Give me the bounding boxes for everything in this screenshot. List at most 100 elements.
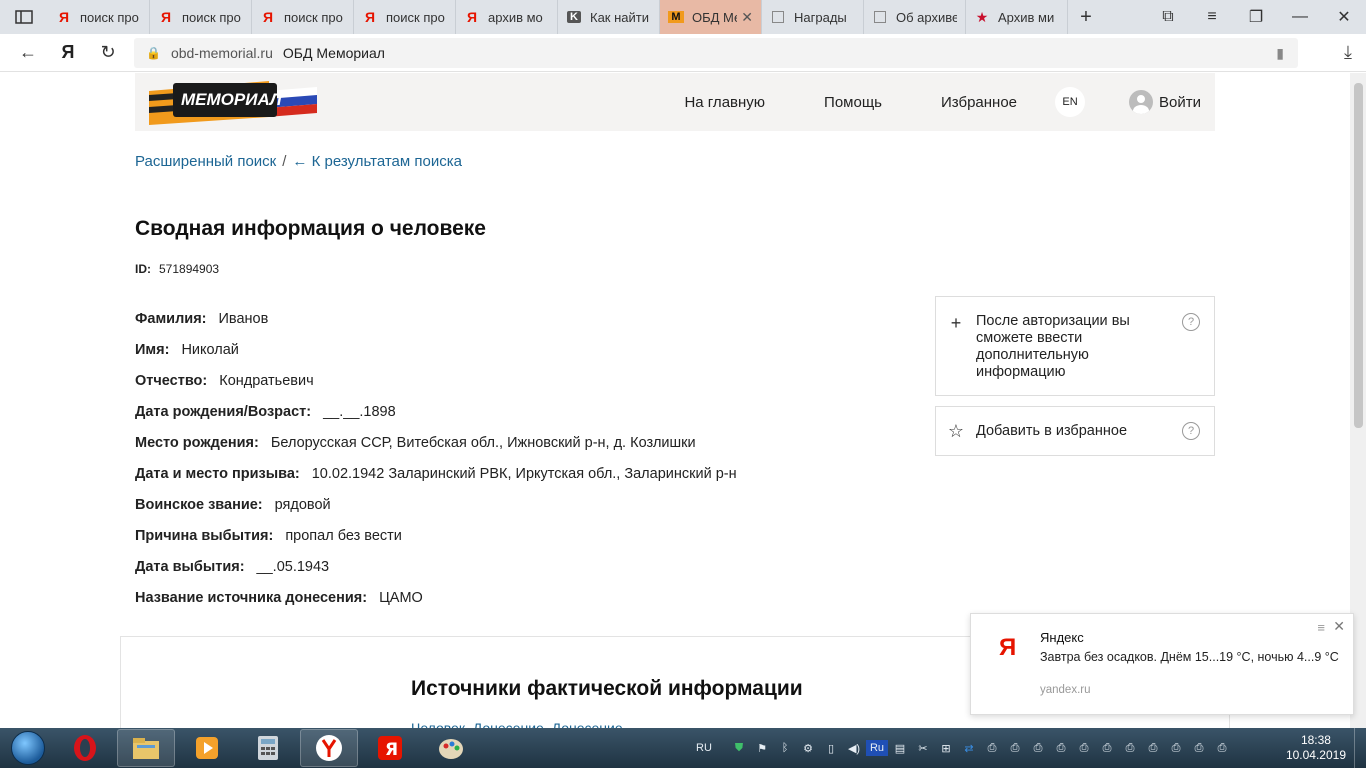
field-value: __.05.1943 <box>256 558 330 575</box>
teamviewer-icon[interactable]: ⇄ <box>958 740 980 756</box>
clock[interactable]: 18:38 10.04.2019 <box>1286 733 1346 763</box>
restore-window-icon[interactable]: ❐ <box>1234 0 1278 34</box>
id-label: ID: <box>135 262 151 276</box>
logo-text: МЕМОРИАЛ <box>181 90 282 109</box>
source-link[interactable]: Человек. Донесение. Донесение <box>411 720 623 728</box>
notification-menu-icon[interactable]: ≡ <box>1317 620 1325 635</box>
user-avatar-icon <box>1129 90 1154 114</box>
login-button[interactable]: Войти <box>1129 90 1201 114</box>
main-menu: На главную Помощь Избранное EN Войти <box>684 73 1215 131</box>
ime-indicator[interactable]: Ru <box>866 740 888 756</box>
bluetooth-icon[interactable]: ᛒ <box>774 740 796 756</box>
yandex-notification[interactable]: Я Яндекс Завтра без осадков. Днём 15...1… <box>970 613 1354 715</box>
yandex-taskbar-icon[interactable]: Я <box>361 729 419 767</box>
shield-icon[interactable]: ⛊ <box>728 740 750 756</box>
browser-tab[interactable]: Об архиве <box>864 0 966 34</box>
back-arrow-icon[interactable]: ← <box>8 34 48 72</box>
help-question-icon[interactable]: ? <box>1182 313 1200 331</box>
browser-tab[interactable]: Япоиск про <box>252 0 354 34</box>
field-label: Дата выбытия: <box>135 558 245 575</box>
printer-icon[interactable]: ⎙ <box>1211 740 1233 756</box>
browser-tab[interactable]: M ОБД Ме ✕ <box>660 0 762 34</box>
printer-icon[interactable]: ⎙ <box>1050 740 1072 756</box>
printer-icon[interactable]: ⎙ <box>1073 740 1095 756</box>
field-label: Имя: <box>135 341 170 358</box>
start-button[interactable] <box>0 728 56 768</box>
menu-favorites-link[interactable]: Избранное <box>941 94 1017 111</box>
page-icon <box>770 9 786 25</box>
minimize-window-icon[interactable]: — <box>1278 0 1322 34</box>
printer-icon[interactable]: ⎙ <box>1119 740 1141 756</box>
calculator-taskbar-icon[interactable] <box>239 729 297 767</box>
tab-title: поиск про <box>80 9 139 25</box>
record-id: ID: 571894903 <box>135 262 219 276</box>
new-tab-button[interactable]: + <box>1068 0 1104 34</box>
show-desktop-button[interactable] <box>1354 728 1366 768</box>
menu-home-link[interactable]: На главную <box>684 94 765 111</box>
yandex-icon: Я <box>160 9 172 25</box>
add-favorite-box[interactable]: ☆ Добавить в избранное ? <box>935 406 1215 456</box>
url-field[interactable]: 🔒 obd-memorial.ru ОБД Мемориал ▮ <box>134 38 1298 68</box>
opera-taskbar-icon[interactable] <box>56 729 114 767</box>
input-language[interactable]: RU <box>690 740 718 756</box>
device-icon[interactable]: ▯ <box>820 740 842 756</box>
auth-note-box[interactable]: + После авторизации вы сможете ввести до… <box>935 296 1215 396</box>
svg-text:Я: Я <box>385 740 398 760</box>
flag-icon[interactable]: ⚑ <box>751 740 773 756</box>
media-player-taskbar-icon[interactable] <box>178 729 236 767</box>
browser-tab[interactable]: Яархив мо <box>456 0 558 34</box>
star-icon: ★ <box>975 8 989 25</box>
close-window-icon[interactable]: ✕ <box>1322 0 1366 34</box>
yandex-browser-taskbar-icon[interactable] <box>300 729 358 767</box>
reload-icon[interactable]: ↻ <box>88 34 128 72</box>
tools-icon[interactable]: ✂ <box>912 740 934 756</box>
sidebar-toggle-icon[interactable] <box>0 0 48 34</box>
memorial-logo[interactable]: МЕМОРИАЛ <box>149 77 317 129</box>
paint-taskbar-icon[interactable] <box>422 729 480 767</box>
notification-body: Завтра без осадков. Днём 15...19 °С, ноч… <box>1040 650 1339 664</box>
printer-icon[interactable]: ⎙ <box>1142 740 1164 756</box>
memorial-icon: M <box>668 9 684 25</box>
browser-tab[interactable]: Япоиск про <box>48 0 150 34</box>
printer-icon[interactable]: ⎙ <box>981 740 1003 756</box>
menu-help-link[interactable]: Помощь <box>824 94 882 111</box>
notification-close-icon[interactable]: ✕ <box>1333 618 1345 635</box>
sources-heading: Источники фактической информации <box>411 677 803 700</box>
bookmark-icon[interactable]: ▮ <box>1276 45 1284 62</box>
speaker-icon[interactable]: ◀) <box>843 740 865 756</box>
tabs-manager-icon[interactable]: ⧉ <box>1146 0 1190 34</box>
advanced-search-link[interactable]: Расширенный поиск <box>135 153 276 170</box>
tab-close-icon[interactable]: ✕ <box>741 9 753 26</box>
back-to-results-link[interactable]: ← К результатам поиска <box>292 153 462 170</box>
printer-icon[interactable]: ⎙ <box>1096 740 1118 756</box>
scrollbar-thumb[interactable] <box>1354 83 1363 428</box>
network-icon[interactable]: ▤ <box>889 740 911 756</box>
id-value: 571894903 <box>159 262 220 276</box>
breadcrumb-separator: / <box>282 153 287 170</box>
printer-icon[interactable]: ⎙ <box>1027 740 1049 756</box>
k-icon: K <box>566 9 582 25</box>
explorer-taskbar-icon[interactable] <box>117 729 175 767</box>
printer-icon[interactable]: ⎙ <box>1188 740 1210 756</box>
person-field-row: Имя: Николай <box>135 334 737 365</box>
auth-note-text: После авторизации вы сможете ввести допо… <box>976 313 1130 380</box>
browser-tab[interactable]: Награды <box>762 0 864 34</box>
windows-icon[interactable]: ⊞ <box>935 740 957 756</box>
field-label: Название источника донесения: <box>135 589 368 606</box>
help-question-icon[interactable]: ? <box>1182 422 1200 440</box>
page-title: Сводная информация о человеке <box>135 217 486 240</box>
printer-icon[interactable]: ⎙ <box>1004 740 1026 756</box>
browser-tab[interactable]: Япоиск про <box>150 0 252 34</box>
printer-icon[interactable]: ⎙ <box>1165 740 1187 756</box>
yandex-home-icon[interactable]: Я <box>48 34 88 72</box>
add-favorite-label: Добавить в избранное <box>976 422 1128 439</box>
menu-icon[interactable]: ≡ <box>1190 0 1234 34</box>
gear-icon[interactable]: ⚙ <box>797 740 819 756</box>
browser-tab[interactable]: K Как найти <box>558 0 660 34</box>
browser-tab[interactable]: Япоиск про <box>354 0 456 34</box>
language-switch[interactable]: EN <box>1055 87 1086 117</box>
person-field-row: Отчество: Кондратьевич <box>135 365 737 396</box>
windows-orb-icon <box>11 731 45 765</box>
download-icon[interactable]: ⤓ <box>1344 42 1352 63</box>
browser-tab[interactable]: ★ Архив ми <box>966 0 1068 34</box>
